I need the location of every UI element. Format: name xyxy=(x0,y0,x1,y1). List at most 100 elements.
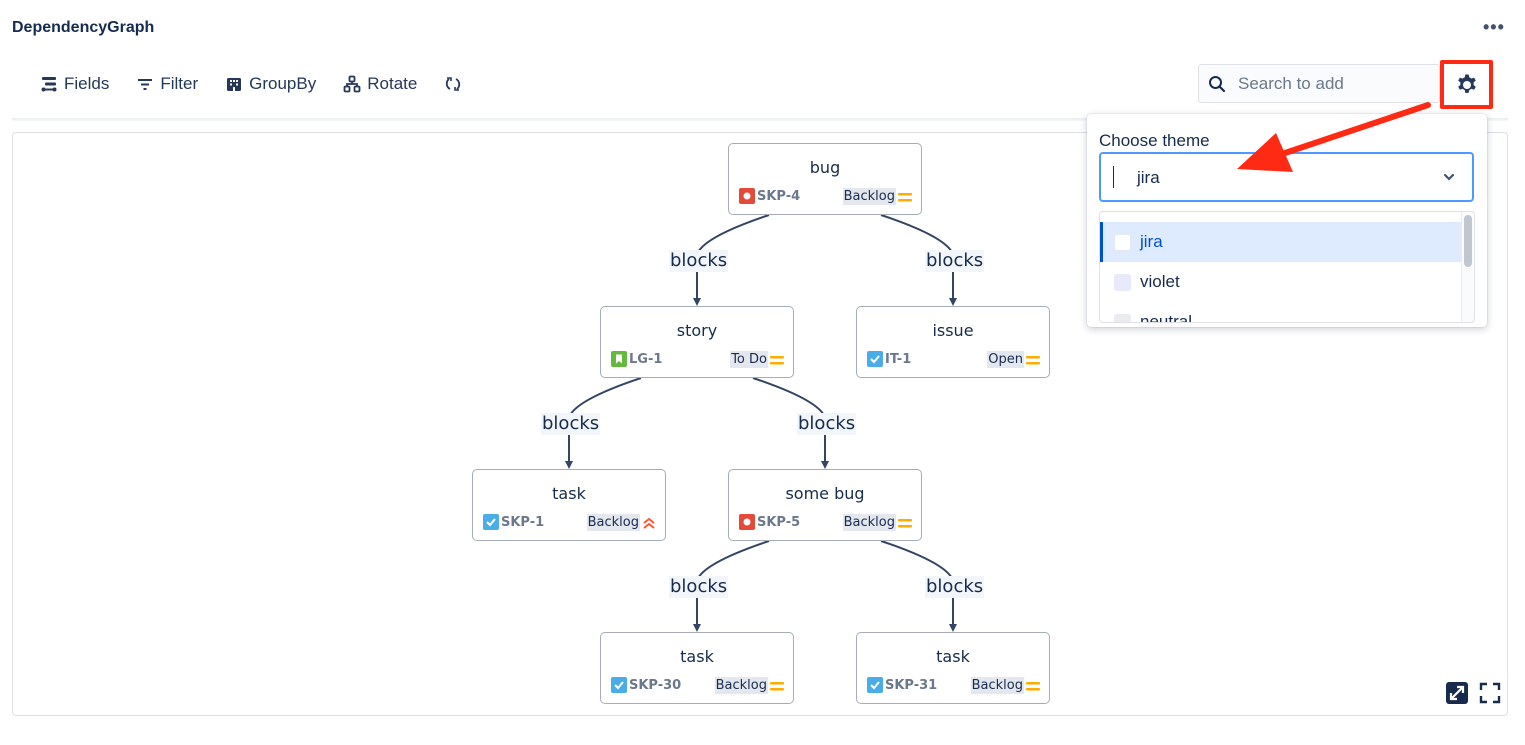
search-field[interactable] xyxy=(1198,64,1440,103)
priority-medium-icon xyxy=(1026,355,1040,364)
issue-key: SKP-31 xyxy=(885,677,938,693)
status-badge: Backlog xyxy=(842,514,896,531)
node-key[interactable]: IT-1 xyxy=(867,351,911,367)
edge-label: blocks xyxy=(669,575,729,598)
issue-key: SKP-4 xyxy=(757,188,801,204)
gear-icon xyxy=(1457,74,1476,93)
graph-node[interactable]: story LG-1 To Do xyxy=(600,306,794,378)
node-key[interactable]: SKP-4 xyxy=(739,188,800,204)
node-status: Backlog xyxy=(842,188,913,205)
issue-key: LG-1 xyxy=(629,351,663,367)
edge-arrowhead xyxy=(693,624,701,632)
node-key[interactable]: SKP-1 xyxy=(483,514,544,530)
graph-node[interactable]: task SKP-30 Backlog xyxy=(600,632,794,704)
node-status: To Do xyxy=(730,351,785,368)
priority-medium-icon xyxy=(770,355,784,364)
edge-arrowhead xyxy=(949,298,957,306)
node-status: Backlog xyxy=(970,677,1041,694)
node-status: Open xyxy=(987,351,1041,368)
more-options-button[interactable]: ••• xyxy=(1483,18,1505,36)
theme-label: Choose theme xyxy=(1099,131,1210,150)
node-status: Backlog xyxy=(842,514,913,531)
task-type-icon xyxy=(611,677,627,693)
theme-option-label: neutral xyxy=(1140,312,1192,323)
theme-option-jira[interactable]: jira xyxy=(1100,222,1462,262)
graph-node[interactable]: task SKP-31 Backlog xyxy=(856,632,1050,704)
app-title: DependencyGraph xyxy=(12,19,155,36)
scroll-track[interactable] xyxy=(1461,212,1474,322)
task-type-icon xyxy=(483,514,499,530)
fields-icon xyxy=(41,77,57,92)
settings-button[interactable] xyxy=(1440,60,1493,109)
theme-option-label: violet xyxy=(1140,272,1180,291)
fields-button[interactable]: Fields xyxy=(40,72,109,96)
theme-swatch xyxy=(1114,273,1131,291)
theme-options-list: neutral violet jira xyxy=(1099,211,1475,323)
fields-label: Fields xyxy=(64,74,110,93)
search-icon xyxy=(1209,75,1226,92)
node-key[interactable]: SKP-30 xyxy=(611,677,681,693)
rotate-label: Rotate xyxy=(367,74,418,93)
node-title: task xyxy=(680,647,714,666)
rotate-button[interactable]: Rotate xyxy=(343,72,417,96)
fullscreen-button[interactable] xyxy=(1478,681,1502,705)
graph-node[interactable]: issue IT-1 Open xyxy=(856,306,1050,378)
edge-label: blocks xyxy=(797,412,857,435)
issue-key: SKP-1 xyxy=(501,514,545,530)
priority-medium-icon xyxy=(898,518,912,527)
groupby-icon xyxy=(227,78,242,91)
story-type-icon xyxy=(611,351,627,367)
priority-medium-icon xyxy=(770,681,784,690)
filter-button[interactable]: Filter xyxy=(136,72,198,96)
node-title: task xyxy=(552,484,586,503)
issue-key: IT-1 xyxy=(885,351,912,367)
text-cursor xyxy=(1113,166,1114,188)
search-input[interactable] xyxy=(1238,73,1428,94)
node-title: task xyxy=(936,647,970,666)
node-status: Backlog xyxy=(586,514,657,531)
bug-type-icon xyxy=(739,188,755,204)
edge-label: blocks xyxy=(925,249,985,272)
edge-arrowhead xyxy=(949,624,957,632)
bug-type-icon xyxy=(739,514,755,530)
node-status: Backlog xyxy=(714,677,785,694)
filter-icon xyxy=(138,79,153,90)
status-badge: Backlog xyxy=(586,514,640,531)
status-badge: Backlog xyxy=(842,188,896,205)
issue-key: SKP-5 xyxy=(757,514,801,530)
edge-arrowhead xyxy=(821,461,829,469)
graph-node[interactable]: bug SKP-4 Backlog xyxy=(728,143,922,215)
edge-arrowhead xyxy=(693,298,701,306)
node-key[interactable]: SKP-31 xyxy=(867,677,937,693)
priority-highest-icon xyxy=(643,517,655,529)
theme-select[interactable]: jira xyxy=(1099,152,1474,202)
priority-medium-icon xyxy=(1026,681,1040,690)
theme-option-violet[interactable]: violet xyxy=(1100,262,1462,302)
node-key[interactable]: LG-1 xyxy=(611,351,662,367)
chevron-down-icon[interactable] xyxy=(1442,170,1456,184)
graph-node[interactable]: some bug SKP-5 Backlog xyxy=(728,469,922,541)
edge-label: blocks xyxy=(669,249,729,272)
theme-swatch xyxy=(1114,233,1131,251)
fullscreen-icon xyxy=(1479,682,1501,704)
theme-swatch xyxy=(1114,313,1131,322)
toolbar: Fields Filter GroupBy Rotate xyxy=(40,72,489,96)
theme-option-neutral[interactable]: neutral xyxy=(1100,302,1462,323)
fit-view-button[interactable] xyxy=(1445,681,1469,705)
edge-label: blocks xyxy=(541,412,601,435)
graph-node[interactable]: task SKP-1 Backlog xyxy=(472,469,666,541)
status-badge: Backlog xyxy=(970,677,1024,694)
issue-key: SKP-30 xyxy=(629,677,682,693)
node-key[interactable]: SKP-5 xyxy=(739,514,800,530)
theme-option-label: jira xyxy=(1140,232,1163,251)
refresh-button[interactable] xyxy=(444,72,462,96)
priority-medium-icon xyxy=(898,192,912,201)
theme-panel: Choose theme jira neutral violet jira xyxy=(1087,114,1487,327)
hierarchy-icon xyxy=(343,75,361,93)
groupby-button[interactable]: GroupBy xyxy=(225,72,316,96)
node-title: issue xyxy=(932,321,974,340)
scrollbar-thumb[interactable] xyxy=(1464,215,1472,267)
filter-label: Filter xyxy=(160,74,199,93)
status-badge: Open xyxy=(987,351,1024,368)
expand-arrows-icon xyxy=(1446,682,1468,704)
